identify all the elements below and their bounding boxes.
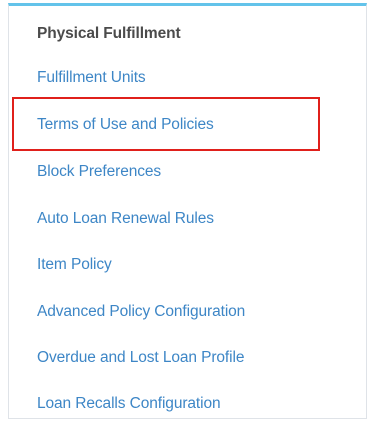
menu-item-item-policy[interactable]: Item Policy	[37, 256, 112, 274]
menu-item-loan-recalls-configuration[interactable]: Loan Recalls Configuration	[37, 395, 221, 413]
menu-item-block-preferences[interactable]: Block Preferences	[37, 163, 161, 181]
highlight-box	[12, 97, 320, 151]
menu-heading: Physical Fulfillment	[37, 25, 181, 42]
menu-item-auto-loan-renewal-rules[interactable]: Auto Loan Renewal Rules	[37, 210, 214, 228]
menu-item-advanced-policy-configuration[interactable]: Advanced Policy Configuration	[37, 303, 245, 321]
menu-item-overdue-and-lost-loan-profile[interactable]: Overdue and Lost Loan Profile	[37, 349, 244, 367]
menu-item-fulfillment-units[interactable]: Fulfillment Units	[37, 69, 146, 87]
physical-fulfillment-menu-panel: Physical Fulfillment Fulfillment Units T…	[8, 3, 367, 419]
